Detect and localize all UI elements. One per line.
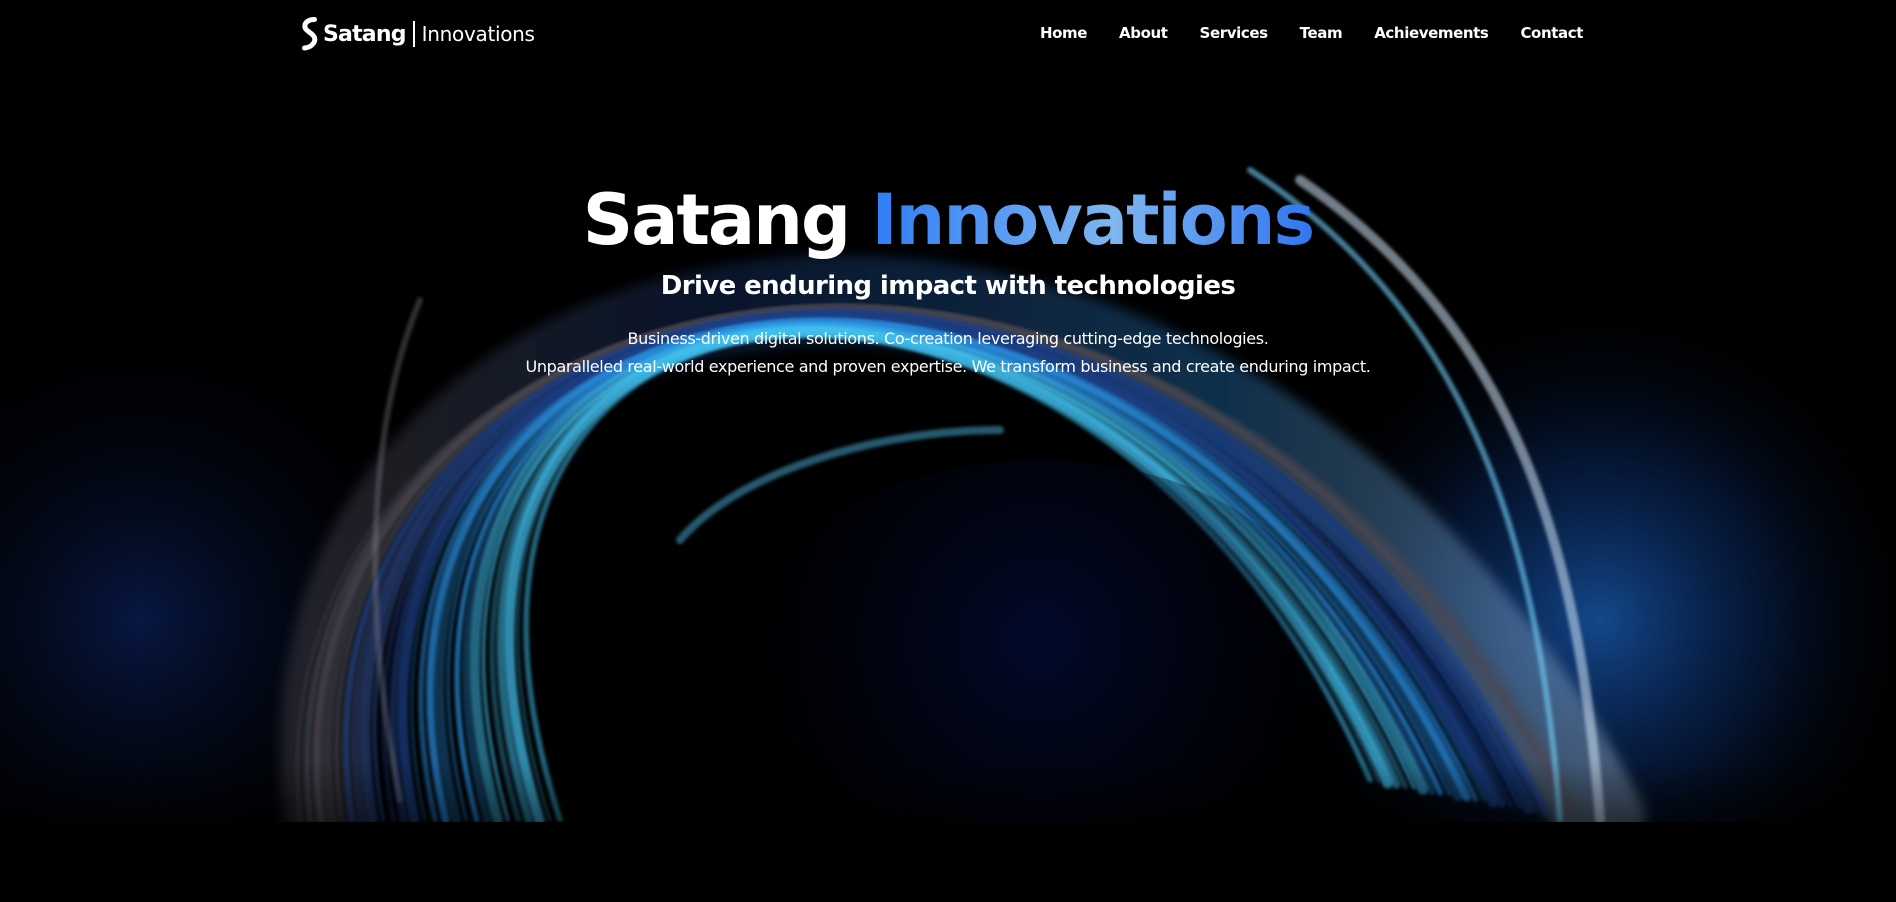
brand-logo[interactable]: Satang Innovations	[301, 17, 535, 51]
nav-link-about[interactable]: About	[1119, 24, 1168, 42]
hero-title-accent: Innovations	[871, 179, 1315, 261]
nav-item-services: Services	[1200, 23, 1268, 42]
nav-link-team[interactable]: Team	[1300, 24, 1343, 42]
hero-section: Satang Innovations Drive enduring impact…	[0, 176, 1896, 381]
hero-title-main: Satang	[582, 179, 851, 261]
hero-description-line-1: Business-driven digital solutions. Co-cr…	[627, 329, 1269, 348]
nav-item-home: Home	[1040, 23, 1087, 42]
nav-link-achievements[interactable]: Achievements	[1374, 24, 1489, 42]
nav-menu: Home About Services Team Achievements Co…	[1008, 23, 1583, 42]
nav-item-about: About	[1119, 23, 1168, 42]
satang-logo-icon	[302, 17, 318, 51]
hero-subtitle: Drive enduring impact with technologies	[660, 271, 1236, 301]
hero-description-line-2: Unparalleled real-world experience and p…	[525, 357, 1371, 376]
nav-item-contact: Contact	[1520, 23, 1583, 42]
brand-suffix: Innovations	[421, 22, 535, 46]
hero-background-image	[0, 0, 1896, 902]
nav-link-services[interactable]: Services	[1200, 24, 1268, 42]
nav-link-contact[interactable]: Contact	[1520, 24, 1583, 42]
brand-separator	[412, 21, 415, 47]
nav-item-achievements: Achievements	[1374, 23, 1489, 42]
navbar: Satang Innovations Home About Services T…	[0, 0, 1896, 68]
nav-link-home[interactable]: Home	[1040, 24, 1087, 42]
hero-title: Satang Innovations	[0, 176, 1896, 264]
brand-name: Satang	[323, 21, 406, 47]
nav-item-team: Team	[1300, 23, 1343, 42]
hero-description: Business-driven digital solutions. Co-cr…	[0, 325, 1896, 381]
